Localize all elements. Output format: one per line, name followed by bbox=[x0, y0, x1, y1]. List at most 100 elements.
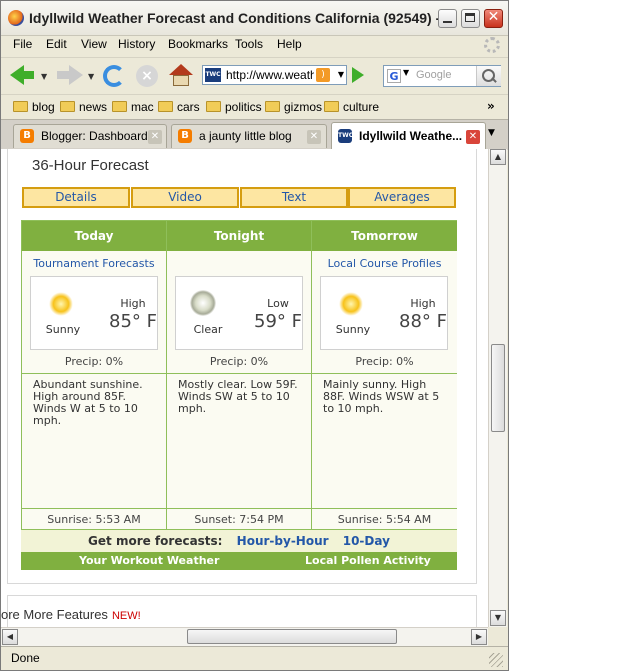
menu-tools[interactable]: Tools bbox=[235, 37, 263, 51]
tab-close-icon[interactable]: ✕ bbox=[466, 130, 480, 144]
back-history-dropdown[interactable]: ▼ bbox=[41, 72, 47, 81]
conditions-box: Sunny High 85° F bbox=[30, 276, 158, 350]
folder-icon bbox=[60, 101, 75, 112]
scrollbar-corner bbox=[488, 627, 508, 645]
bookmark-folder-mac[interactable]: mac bbox=[112, 100, 154, 114]
temperature: 88° F bbox=[399, 311, 447, 332]
forward-history-dropdown[interactable]: ▼ bbox=[88, 72, 94, 81]
condition-text: Sunny bbox=[45, 323, 81, 336]
tab-label: a jaunty little blog bbox=[199, 129, 292, 143]
more-forecasts-bar: Get more forecasts: Hour-by-Hour 10-Day bbox=[21, 530, 457, 552]
folder-icon bbox=[206, 101, 221, 112]
search-engine-dropdown[interactable]: ▼ bbox=[403, 68, 409, 77]
subtab-averages[interactable]: Averages bbox=[348, 187, 456, 208]
tournament-forecasts-link[interactable]: Tournament Forecasts bbox=[22, 257, 166, 270]
url-history-dropdown[interactable]: ▼ bbox=[334, 65, 348, 85]
menu-edit[interactable]: Edit bbox=[46, 37, 67, 51]
tab-label: Idyllwild Weathe... bbox=[359, 129, 463, 143]
vertical-scrollbar[interactable]: ▲ ▼ bbox=[488, 149, 507, 627]
new-badge: NEW! bbox=[111, 610, 141, 622]
subtab-video[interactable]: Video bbox=[131, 187, 239, 208]
pollen-activity-link[interactable]: Local Pollen Activity bbox=[305, 552, 431, 570]
bookmark-folder-cars[interactable]: cars bbox=[158, 100, 200, 114]
tab-blogger-dashboard[interactable]: B Blogger: Dashboard ✕ bbox=[13, 124, 167, 148]
firefox-icon bbox=[8, 10, 24, 26]
home-button[interactable] bbox=[169, 64, 193, 88]
bookmark-folder-blog[interactable]: blog bbox=[13, 100, 55, 114]
more-features-heading[interactable]: ore More Features NEW! bbox=[1, 607, 141, 622]
window-title: Idyllwild Weather Forecast and Condition… bbox=[29, 10, 452, 26]
tab-label: Blogger: Dashboard bbox=[41, 129, 148, 143]
condition-text: Clear bbox=[193, 323, 223, 336]
column-heading: Today bbox=[22, 221, 166, 251]
ten-day-link[interactable]: 10-Day bbox=[343, 534, 390, 548]
horizontal-scroll-thumb[interactable] bbox=[187, 629, 397, 644]
activity-throbber-icon bbox=[484, 37, 500, 53]
resize-grip-icon[interactable] bbox=[489, 653, 503, 667]
bookmark-folder-culture[interactable]: culture bbox=[324, 100, 379, 114]
tab-jaunty-blog[interactable]: B a jaunty little blog ✕ bbox=[171, 124, 327, 148]
folder-icon bbox=[265, 101, 280, 112]
column-heading: Tonight bbox=[167, 221, 311, 251]
twc-favicon-icon: TWC bbox=[338, 129, 353, 143]
menu-history[interactable]: History bbox=[118, 37, 155, 51]
condition-text: Sunny bbox=[335, 323, 371, 336]
search-button[interactable] bbox=[476, 66, 501, 86]
menu-file[interactable]: File bbox=[13, 37, 32, 51]
search-box[interactable]: G ▼ Google bbox=[383, 65, 501, 87]
hour-by-hour-link[interactable]: Hour-by-Hour bbox=[237, 534, 329, 548]
forward-arrow-icon bbox=[69, 65, 83, 85]
sunrise-text: Sunrise: 5:53 AM bbox=[47, 513, 141, 526]
rss-feed-icon[interactable]: ) bbox=[316, 68, 330, 82]
scroll-left-button[interactable]: ◀ bbox=[2, 629, 18, 645]
scroll-up-button[interactable]: ▲ bbox=[490, 149, 506, 165]
folder-icon bbox=[324, 101, 339, 112]
tab-idyllwild-weather[interactable]: TWC Idyllwild Weathe... ✕ bbox=[331, 122, 486, 150]
reload-button[interactable] bbox=[103, 65, 125, 87]
bookmarks-toolbar: blog news mac cars politics gizmos cultu… bbox=[1, 94, 508, 119]
tab-close-icon[interactable]: ✕ bbox=[307, 130, 321, 144]
menu-view[interactable]: View bbox=[81, 37, 107, 51]
precip-text: Precip: 0% bbox=[64, 355, 124, 368]
back-button[interactable] bbox=[10, 65, 36, 85]
high-low-label: Low bbox=[267, 297, 289, 310]
scroll-right-button[interactable]: ▶ bbox=[471, 629, 487, 645]
column-heading: Tomorrow bbox=[312, 221, 457, 251]
url-bar[interactable]: TWC http://www.weather.com ) bbox=[202, 65, 347, 85]
sun-icon bbox=[49, 292, 73, 316]
tab-bar: B Blogger: Dashboard ✕ B a jaunty little… bbox=[1, 119, 508, 150]
stop-button[interactable]: × bbox=[136, 65, 158, 87]
forecast-subtabs: Details Video Text Averages bbox=[22, 187, 456, 208]
bookmark-folder-politics[interactable]: politics bbox=[206, 100, 262, 114]
menu-help[interactable]: Help bbox=[277, 37, 302, 51]
bookmark-folder-gizmos[interactable]: gizmos bbox=[265, 100, 322, 114]
subtab-text[interactable]: Text bbox=[240, 187, 348, 208]
scroll-down-button[interactable]: ▼ bbox=[490, 610, 506, 626]
minimize-button[interactable] bbox=[438, 9, 457, 28]
bookmarks-overflow-chevron-icon[interactable]: » bbox=[487, 99, 495, 113]
go-button[interactable] bbox=[352, 67, 364, 83]
forecast-column-tonight: Tonight Clear Low 59° F Precip: 0% Mostl… bbox=[167, 221, 312, 529]
search-engine-icon[interactable]: G bbox=[387, 69, 401, 83]
search-input[interactable]: Google bbox=[416, 69, 451, 81]
subtab-details[interactable]: Details bbox=[22, 187, 130, 208]
maximize-button[interactable] bbox=[461, 9, 480, 28]
status-bar: Done bbox=[1, 646, 508, 670]
tab-list-dropdown[interactable]: ▼ bbox=[488, 128, 495, 138]
home-icon bbox=[169, 64, 193, 75]
bookmark-folder-news[interactable]: news bbox=[60, 100, 107, 114]
vertical-scroll-thumb[interactable] bbox=[491, 344, 505, 432]
local-course-profiles-link[interactable]: Local Course Profiles bbox=[312, 257, 457, 270]
temperature: 85° F bbox=[109, 311, 157, 332]
workout-weather-link[interactable]: Your Workout Weather bbox=[79, 552, 219, 570]
close-button[interactable]: ✕ bbox=[484, 9, 503, 28]
precip-text: Precip: 0% bbox=[209, 355, 269, 368]
tab-close-icon[interactable]: ✕ bbox=[148, 130, 162, 144]
high-low-label: High bbox=[410, 297, 436, 310]
forward-button[interactable] bbox=[57, 65, 83, 85]
browser-window: Idyllwild Weather Forecast and Condition… bbox=[0, 0, 509, 671]
horizontal-scrollbar[interactable]: ◀ ▶ bbox=[1, 627, 488, 646]
menu-bookmarks[interactable]: Bookmarks bbox=[168, 37, 228, 51]
forecast-column-today: Today Tournament Forecasts Sunny High 85… bbox=[22, 221, 167, 529]
url-text[interactable]: http://www.weather.com bbox=[226, 68, 314, 82]
